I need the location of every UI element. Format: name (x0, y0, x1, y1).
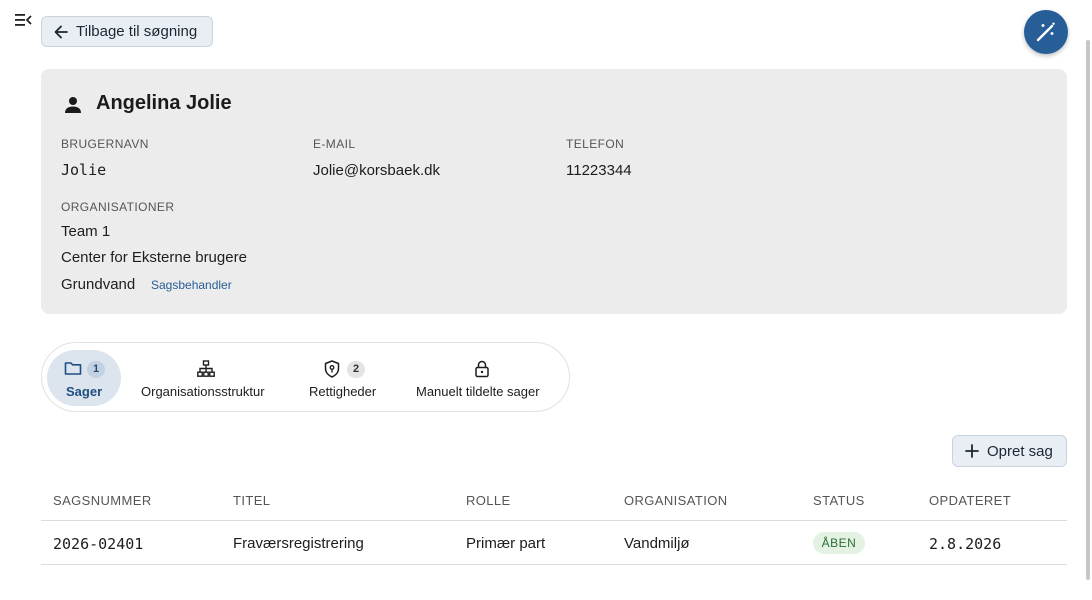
email-value: Jolie@korsbaek.dk (313, 162, 440, 179)
tab-label: Organisationsstruktur (141, 384, 265, 399)
tab-sager[interactable]: 1 Sager (42, 343, 126, 413)
cell-case-number: 2026-02401 (53, 535, 144, 553)
cell-title: Fraværsregistrering (233, 535, 364, 552)
tab-badge: 1 (87, 361, 105, 378)
organisation-item: Center for Eksterne brugere (61, 249, 247, 266)
tab-manuelt-tildelte-sager[interactable]: Manuelt tildelte sager (408, 343, 558, 413)
table-row-divider (41, 564, 1067, 565)
column-header-titel[interactable]: TITEL (233, 493, 270, 508)
status-badge: ÅBEN (813, 532, 865, 554)
column-header-organisation[interactable]: ORGANISATION (624, 493, 728, 508)
magic-wand-button[interactable] (1024, 10, 1068, 54)
tab-rettigheder[interactable]: 2 Rettigheder (302, 343, 392, 413)
cell-updated: 2.8.2026 (929, 535, 1002, 553)
scrollbar[interactable] (1086, 40, 1090, 580)
tab-organisationsstruktur[interactable]: Organisationsstruktur (134, 343, 279, 413)
username-value: Jolie (61, 161, 107, 179)
organisations-label: ORGANISATIONER (61, 200, 175, 214)
tab-label: Sager (66, 384, 103, 399)
username-label: BRUGERNAVN (61, 137, 149, 151)
tab-badge: 2 (347, 361, 365, 378)
user-tabs: 1 Sager Organisationsstruktur 2 Rettighe… (41, 342, 570, 412)
phone-label: TELEFON (566, 137, 625, 151)
tab-label: Manuelt tildelte sager (416, 384, 540, 399)
organisation-item: Grundvand (61, 276, 136, 293)
create-case-label: Opret sag (987, 442, 1053, 460)
column-header-status[interactable]: STATUS (813, 493, 865, 508)
org-chart-icon (197, 360, 215, 377)
column-header-rolle[interactable]: ROLLE (466, 493, 511, 508)
tab-label: Rettigheder (309, 384, 377, 399)
shield-icon (324, 360, 340, 378)
cell-role: Primær part (466, 535, 546, 552)
column-header-sagsnummer[interactable]: SAGSNUMMER (53, 493, 152, 508)
table-row[interactable] (41, 521, 1067, 564)
create-case-button[interactable]: Opret sag (952, 435, 1067, 467)
column-header-opdateret[interactable]: OPDATERET (929, 493, 1011, 508)
arrow-left-icon (54, 25, 68, 38)
menu-collapse-icon[interactable] (14, 12, 32, 28)
email-label: E-MAIL (313, 137, 356, 151)
organisation-role-tag: Sagsbehandler (151, 278, 232, 292)
magic-wand-icon (1036, 22, 1055, 42)
user-name: Angelina Jolie (96, 92, 232, 114)
phone-value: 11223344 (566, 162, 632, 179)
cell-organisation: Vandmiljø (624, 535, 690, 552)
organisation-item: Team 1 (61, 223, 111, 240)
person-icon (65, 97, 81, 113)
plus-icon (965, 444, 979, 458)
back-to-search-button[interactable]: Tilbage til søgning (41, 16, 213, 47)
back-button-label: Tilbage til søgning (76, 23, 198, 40)
folder-icon (64, 362, 82, 375)
lock-icon (475, 360, 489, 378)
